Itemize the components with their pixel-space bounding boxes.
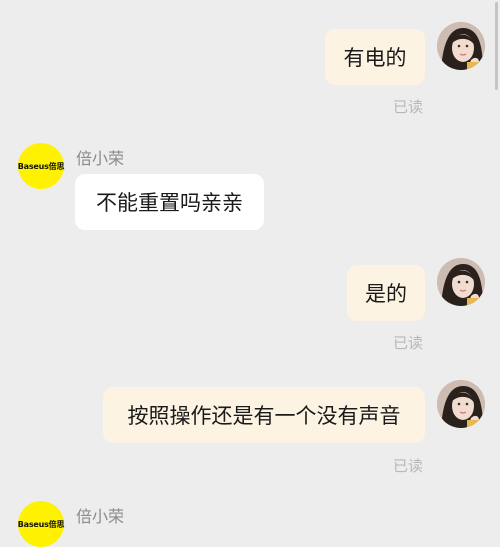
- bot-avatar-icon[interactable]: Baseus倍思: [18, 143, 64, 189]
- baseus-logo-icon: Baseus倍思: [17, 519, 65, 529]
- read-status: 已读: [393, 334, 424, 352]
- read-status: 已读: [393, 98, 424, 116]
- sender-name: 倍小荣: [76, 507, 125, 526]
- message-text: 有电的: [343, 46, 407, 70]
- message-bubble-mine[interactable]: 有电的: [325, 29, 425, 85]
- bot-avatar-icon[interactable]: Baseus倍思: [18, 501, 64, 547]
- message-bubble-mine[interactable]: 是的: [347, 265, 425, 321]
- message-text: 是的: [365, 282, 407, 306]
- message-text: 不能重置吗亲亲: [96, 191, 243, 215]
- sender-name: 倍小荣: [76, 149, 125, 168]
- baseus-logo-icon: Baseus倍思: [17, 161, 65, 171]
- scrollbar[interactable]: [495, 2, 498, 90]
- message-bubble-mine[interactable]: 按照操作还是有一个没有声音: [103, 387, 425, 443]
- read-status: 已读: [393, 457, 424, 475]
- user-avatar-icon[interactable]: [437, 258, 485, 306]
- message-bubble-theirs[interactable]: 不能重置吗亲亲: [75, 174, 264, 230]
- user-avatar-icon[interactable]: [437, 22, 485, 70]
- user-avatar-icon[interactable]: [437, 380, 485, 428]
- message-text: 按照操作还是有一个没有声音: [127, 404, 401, 428]
- chat-view[interactable]: 有电的 已读 Baseus倍思 倍小荣 不能重置吗亲亲 是的 已读 按照操作还是…: [0, 0, 500, 547]
